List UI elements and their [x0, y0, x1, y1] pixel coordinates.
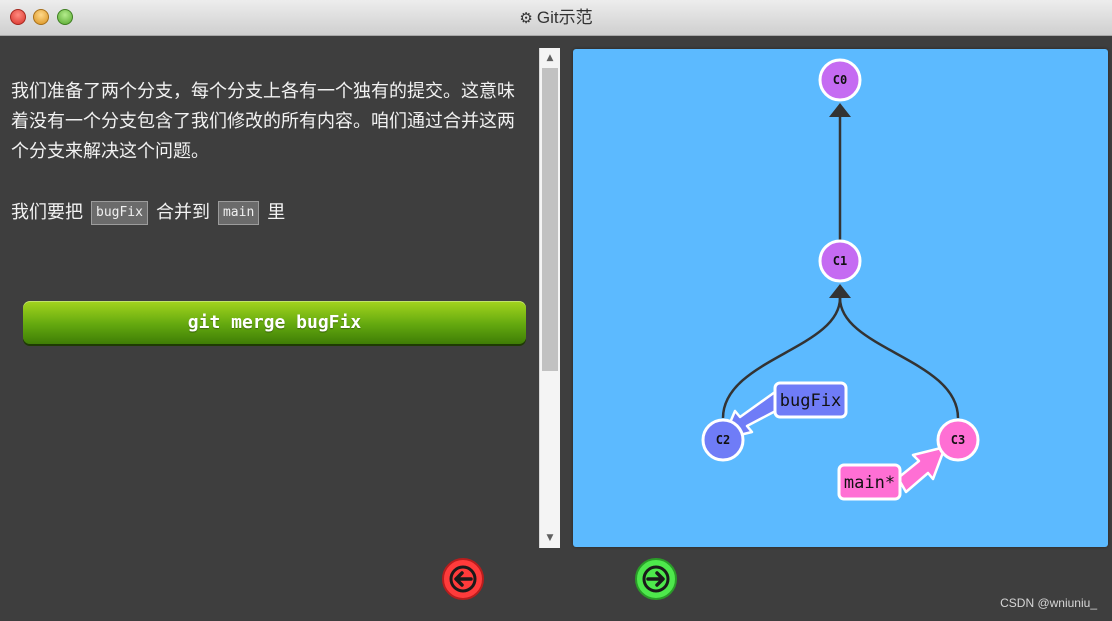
git-visualization: bugFix main* C0 C1 C2 C3 — [573, 49, 1108, 547]
back-button[interactable] — [442, 558, 484, 600]
edge-arrowhead-c0 — [829, 103, 851, 117]
instruction-panel: 我们准备了两个分支，每个分支上各有一个独有的提交。这意味着没有一个分支包含了我们… — [0, 36, 538, 548]
commit-c0-label: C0 — [833, 73, 847, 87]
commit-c3-label: C3 — [951, 433, 965, 447]
window-titlebar: ⚙ Git示范 — [0, 0, 1112, 36]
commit-c1-label: C1 — [833, 254, 847, 268]
code-bugfix: bugFix — [91, 201, 148, 225]
scroll-down-icon[interactable]: ▼ — [540, 530, 560, 546]
window-title: ⚙ Git示范 — [519, 8, 593, 27]
commit-graph: bugFix main* C0 C1 C2 C3 — [701, 58, 980, 501]
instruction-paragraph: 我们准备了两个分支，每个分支上各有一个独有的提交。这意味着没有一个分支包含了我们… — [11, 81, 515, 162]
merge-instruction: 我们要把 bugFix 合并到 main 里 — [11, 201, 286, 225]
scroll-thumb[interactable] — [542, 68, 558, 371]
scroll-up-icon[interactable]: ▲ — [540, 50, 560, 66]
instruction-scrollbar[interactable]: ▲ ▼ — [539, 48, 560, 548]
arrow-right-icon — [642, 565, 670, 593]
forward-button[interactable] — [635, 558, 677, 600]
gear-icon: ⚙ — [519, 10, 533, 27]
edge-c3-c1 — [838, 297, 960, 419]
watermark: CSDN @wniuniu_ — [1000, 596, 1097, 610]
code-main: main — [217, 201, 260, 225]
branch-bugfix-label: bugFix — [780, 391, 841, 411]
branch-main-label: main* — [844, 473, 895, 493]
git-merge-command-button[interactable]: git merge bugFix — [23, 301, 526, 344]
main-branch-arrow — [896, 445, 947, 494]
commit-c2-label: C2 — [716, 433, 730, 447]
edge-arrowhead-c1 — [829, 284, 851, 298]
arrow-left-icon — [449, 565, 477, 593]
